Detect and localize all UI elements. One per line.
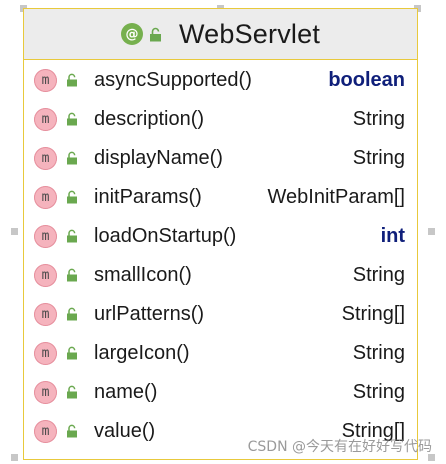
method-icon: m [34, 108, 57, 131]
method-icon: m [34, 147, 57, 170]
lock-icon [66, 151, 78, 170]
method-row[interactable]: m loadOnStartup() int [24, 217, 417, 256]
resize-handle-bottom-left[interactable] [11, 454, 18, 461]
node-title: WebServlet [178, 18, 321, 49]
method-return-type: boolean [328, 69, 405, 91]
method-name: largeIcon() [94, 342, 190, 364]
method-return-type: String[] [341, 303, 405, 325]
method-icon: m [34, 69, 57, 92]
method-icon: m [34, 225, 57, 248]
annotation-icon: @ [120, 23, 143, 45]
method-row[interactable]: m name() String [24, 373, 417, 412]
method-icon: m [34, 381, 57, 404]
lock-icon [66, 346, 78, 365]
method-icon: m [34, 186, 57, 209]
node-header: @ WebServlet [24, 9, 417, 60]
method-row[interactable]: m asyncSupported() boolean [24, 61, 417, 100]
method-name: displayName() [94, 147, 223, 169]
method-row[interactable]: m initParams() WebInitParam[] [24, 178, 417, 217]
lock-icon [66, 385, 78, 404]
resize-handle-middle-right[interactable] [428, 228, 435, 235]
uml-class-node[interactable]: @ WebServlet m asyncSupported() boolean m de… [23, 8, 418, 460]
method-name: loadOnStartup() [94, 225, 237, 247]
method-return-type: String [352, 264, 405, 286]
method-row[interactable]: m smallIcon() String [24, 256, 417, 295]
lock-icon [66, 112, 78, 131]
method-return-type: String [352, 108, 405, 130]
method-name: description() [94, 108, 205, 130]
method-return-type: String [352, 147, 405, 169]
method-icon: m [34, 342, 57, 365]
method-list: m asyncSupported() boolean m description() St… [24, 60, 417, 451]
watermark: CSDN @今天有在好好写代码 [247, 439, 432, 455]
method-return-type: WebInitParam[] [267, 186, 405, 208]
method-name: initParams() [94, 186, 202, 208]
method-name: value() [94, 420, 156, 442]
method-icon: m [34, 264, 57, 287]
method-name: asyncSupported() [94, 69, 252, 91]
lock-icon [66, 190, 78, 209]
method-return-type: int [380, 225, 405, 247]
method-name: smallIcon() [94, 264, 192, 286]
method-return-type: String [352, 381, 405, 403]
method-row[interactable]: m description() String [24, 100, 417, 139]
method-row[interactable]: m largeIcon() String [24, 334, 417, 373]
lock-icon [66, 229, 78, 248]
method-name: name() [94, 381, 158, 403]
method-name: urlPatterns() [94, 303, 205, 325]
method-row[interactable]: m urlPatterns() String[] [24, 295, 417, 334]
lock-icon [66, 268, 78, 287]
method-row[interactable]: m displayName() String [24, 139, 417, 178]
method-icon: m [34, 303, 57, 326]
lock-icon [66, 73, 78, 92]
method-icon: m [34, 420, 57, 443]
lock-icon [66, 424, 78, 443]
lock-icon [149, 26, 163, 42]
resize-handle-middle-left[interactable] [11, 228, 18, 235]
method-return-type: String [352, 342, 405, 364]
lock-icon [66, 307, 78, 326]
